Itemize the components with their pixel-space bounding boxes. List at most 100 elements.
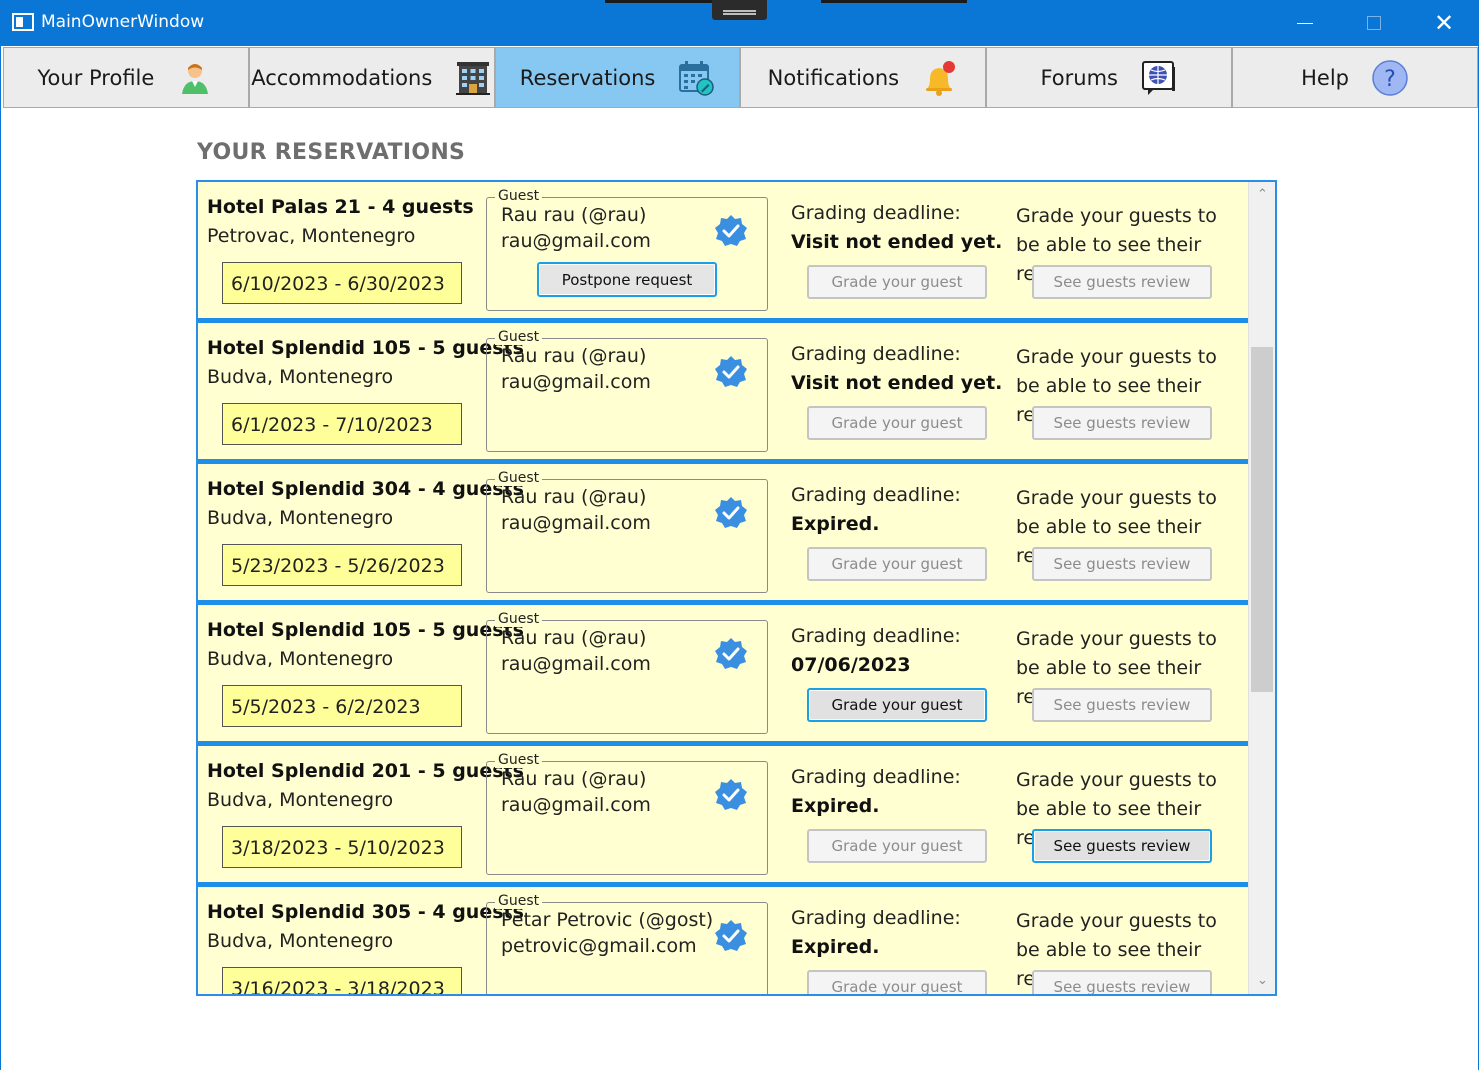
guest-legend: Guest bbox=[495, 893, 543, 909]
accommodation-location: Budva, Montenegro bbox=[207, 789, 394, 811]
grade-guest-button[interactable]: Grade your guest bbox=[807, 970, 987, 994]
tab-help[interactable]: Help ? bbox=[1232, 47, 1478, 108]
accommodation-title: Hotel Palas 21 - 4 guests bbox=[207, 196, 474, 218]
tab-notifications[interactable]: Notifications bbox=[740, 47, 987, 108]
reservation-card: Hotel Splendid 105 - 5 guests Budva, Mon… bbox=[198, 323, 1248, 464]
postpone-request-button[interactable]: Postpone request bbox=[537, 262, 717, 297]
guest-groupbox: Guest Rau rau (@rau) rau@gmail.com bbox=[486, 470, 768, 593]
reservation-card: Hotel Splendid 105 - 5 guests Budva, Mon… bbox=[198, 605, 1248, 746]
grade-guest-button[interactable]: Grade your guest bbox=[807, 688, 987, 722]
tab-label: Reservations bbox=[519, 65, 656, 90]
grading-deadline-value: Visit not ended yet. bbox=[791, 231, 1003, 253]
scroll-up-icon[interactable]: ⌃ bbox=[1249, 184, 1275, 206]
reservation-card: Hotel Splendid 305 - 4 guests Budva, Mon… bbox=[198, 887, 1248, 994]
window-title: MainOwnerWindow bbox=[41, 12, 205, 32]
guest-name: Rau rau (@rau) bbox=[501, 204, 647, 226]
guest-email: rau@gmail.com bbox=[501, 230, 651, 252]
building-icon bbox=[454, 59, 492, 97]
verified-badge-icon bbox=[713, 495, 749, 531]
minimize-icon bbox=[1297, 22, 1313, 24]
minimize-button[interactable] bbox=[1270, 0, 1340, 46]
guest-email: petrovic@gmail.com bbox=[501, 935, 697, 957]
grading-deadline-value: Visit not ended yet. bbox=[791, 372, 1003, 394]
guest-name: Rau rau (@rau) bbox=[501, 345, 647, 367]
guest-legend: Guest bbox=[495, 329, 543, 345]
guest-email: rau@gmail.com bbox=[501, 512, 651, 534]
verified-badge-icon bbox=[713, 777, 749, 813]
guest-groupbox: Guest Petar Petrovic (@gost) petrovic@gm… bbox=[486, 893, 768, 994]
grading-deadline-label: Grading deadline: bbox=[791, 907, 961, 929]
close-icon: ✕ bbox=[1433, 9, 1455, 37]
grade-guest-button[interactable]: Grade your guest bbox=[807, 265, 987, 299]
forum-icon bbox=[1140, 59, 1178, 97]
reservations-list[interactable]: Hotel Palas 21 - 4 guests Petrovac, Mont… bbox=[196, 180, 1277, 996]
person-icon bbox=[176, 59, 214, 97]
tab-label: Notifications bbox=[767, 65, 900, 90]
see-guests-review-button[interactable]: See guests review bbox=[1032, 829, 1212, 863]
main-tabs: Your Profile Accommodations Reservations… bbox=[3, 47, 1478, 108]
reservation-dates: 3/18/2023 - 5/10/2023 bbox=[222, 826, 462, 868]
reservation-dates: 5/23/2023 - 5/26/2023 bbox=[222, 544, 462, 586]
accommodation-title: Hotel Splendid 105 - 5 guests bbox=[207, 337, 524, 359]
page-title: YOUR RESERVATIONS bbox=[197, 140, 466, 165]
reservation-dates: 3/16/2023 - 3/18/2023 bbox=[222, 967, 462, 994]
accommodation-title: Hotel Splendid 105 - 5 guests bbox=[207, 619, 524, 641]
grading-deadline-label: Grading deadline: bbox=[791, 343, 961, 365]
guest-name: Rau rau (@rau) bbox=[501, 486, 647, 508]
tab-label: Help bbox=[1301, 65, 1349, 90]
reservation-dates: 6/10/2023 - 6/30/2023 bbox=[222, 262, 462, 304]
grading-deadline-value: Expired. bbox=[791, 795, 880, 817]
grading-deadline-value: Expired. bbox=[791, 936, 880, 958]
scroll-down-icon[interactable]: ⌄ bbox=[1249, 970, 1275, 992]
taskbar-edge bbox=[821, 0, 967, 3]
see-guests-review-button[interactable]: See guests review bbox=[1032, 970, 1212, 994]
snap-grip-handle[interactable] bbox=[712, 0, 767, 20]
grading-deadline-label: Grading deadline: bbox=[791, 766, 961, 788]
calendar-icon bbox=[677, 59, 715, 97]
scroll-thumb[interactable] bbox=[1251, 347, 1273, 692]
grading-deadline-value: Expired. bbox=[791, 513, 880, 535]
see-guests-review-button[interactable]: See guests review bbox=[1032, 688, 1212, 722]
guest-legend: Guest bbox=[495, 188, 543, 204]
verified-badge-icon bbox=[713, 636, 749, 672]
see-guests-review-button[interactable]: See guests review bbox=[1032, 265, 1212, 299]
guest-legend: Guest bbox=[495, 470, 543, 486]
app-window-icon bbox=[12, 13, 34, 31]
accommodation-title: Hotel Splendid 201 - 5 guests bbox=[207, 760, 524, 782]
see-guests-review-button[interactable]: See guests review bbox=[1032, 406, 1212, 440]
window-border bbox=[0, 46, 1, 1070]
guest-legend: Guest bbox=[495, 611, 543, 627]
verified-badge-icon bbox=[713, 213, 749, 249]
accommodation-location: Budva, Montenegro bbox=[207, 507, 394, 529]
grading-deadline-label: Grading deadline: bbox=[791, 625, 961, 647]
reservation-card: Hotel Splendid 201 - 5 guests Budva, Mon… bbox=[198, 746, 1248, 887]
tab-your-profile[interactable]: Your Profile bbox=[3, 47, 249, 108]
grade-guest-button[interactable]: Grade your guest bbox=[807, 829, 987, 863]
accommodation-location: Petrovac, Montenegro bbox=[207, 225, 416, 247]
help-glyph: ? bbox=[1384, 67, 1396, 92]
accommodation-title: Hotel Splendid 304 - 4 guests bbox=[207, 478, 524, 500]
tab-label: Accommodations bbox=[251, 65, 433, 90]
see-guests-review-button[interactable]: See guests review bbox=[1032, 547, 1212, 581]
guest-legend: Guest bbox=[495, 752, 543, 768]
maximize-icon bbox=[1367, 16, 1381, 30]
maximize-button[interactable] bbox=[1339, 0, 1409, 46]
verified-badge-icon bbox=[713, 354, 749, 390]
taskbar-edge bbox=[605, 0, 712, 3]
accommodation-location: Budva, Montenegro bbox=[207, 366, 394, 388]
grade-guest-button[interactable]: Grade your guest bbox=[807, 406, 987, 440]
accommodation-location: Budva, Montenegro bbox=[207, 648, 394, 670]
guest-name: Petar Petrovic (@gost) bbox=[501, 909, 714, 931]
tab-label: Your Profile bbox=[37, 65, 155, 90]
tab-label: Forums bbox=[1040, 65, 1118, 90]
grade-guest-button[interactable]: Grade your guest bbox=[807, 547, 987, 581]
grading-deadline-value: 07/06/2023 bbox=[791, 654, 911, 676]
reservation-card: Hotel Palas 21 - 4 guests Petrovac, Mont… bbox=[198, 182, 1248, 323]
guest-email: rau@gmail.com bbox=[501, 653, 651, 675]
tab-reservations[interactable]: Reservations bbox=[494, 47, 741, 108]
vertical-scrollbar[interactable]: ⌃ ⌄ bbox=[1248, 182, 1275, 994]
grading-deadline-label: Grading deadline: bbox=[791, 484, 961, 506]
close-button[interactable]: ✕ bbox=[1409, 0, 1479, 46]
tab-forums[interactable]: Forums bbox=[986, 47, 1233, 108]
tab-accommodations[interactable]: Accommodations bbox=[248, 47, 495, 108]
